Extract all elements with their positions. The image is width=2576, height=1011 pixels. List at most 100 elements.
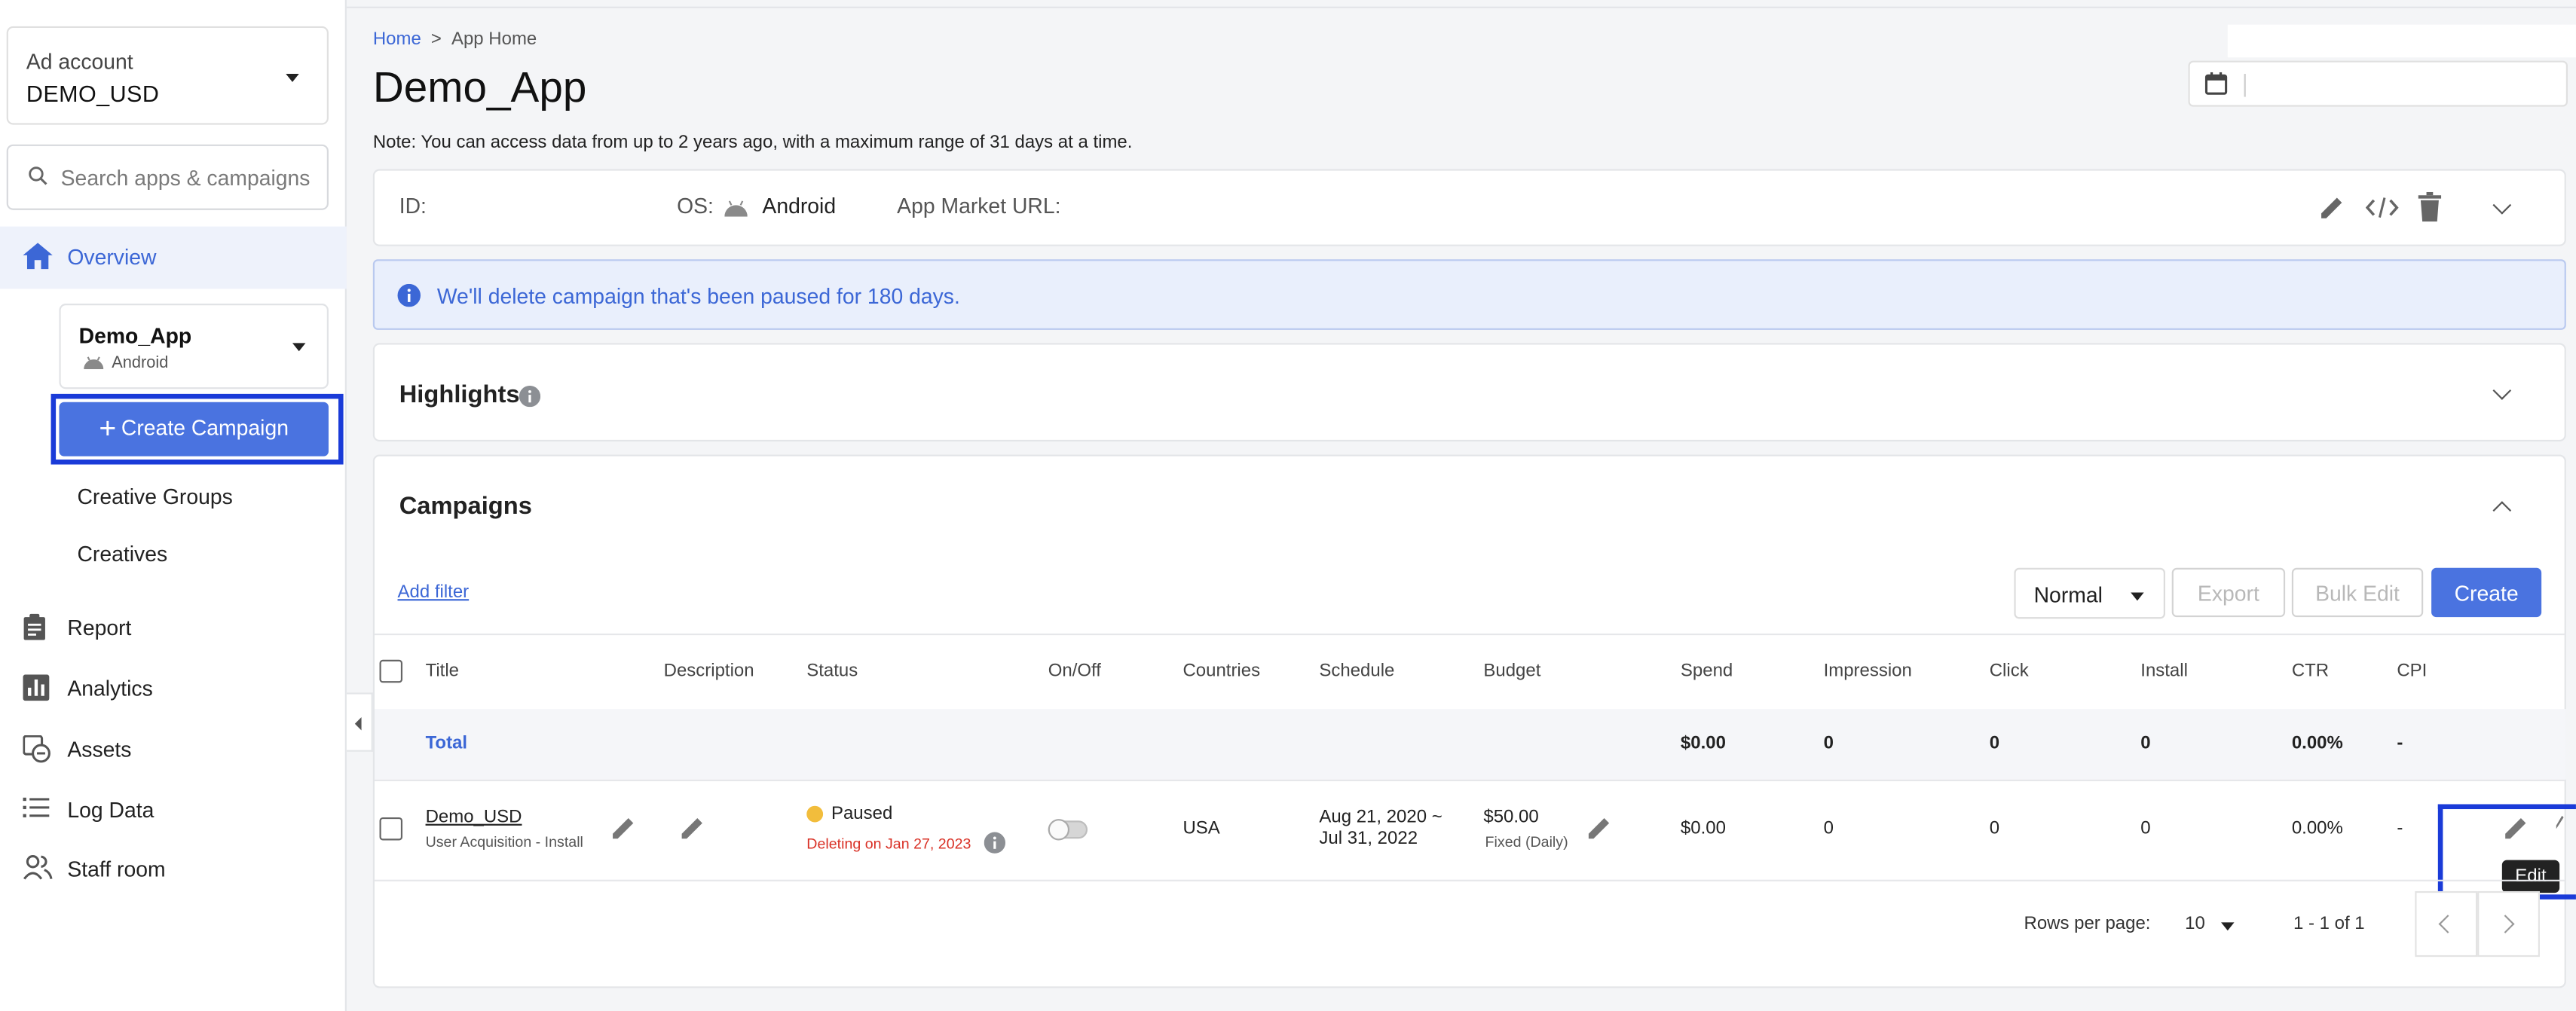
- code-icon[interactable]: [2365, 197, 2399, 218]
- rows-per-page-label: Rows per page:: [2024, 914, 2151, 934]
- ad-account-selector[interactable]: Ad account DEMO_USD: [6, 26, 329, 125]
- column-header-install[interactable]: Install: [2140, 661, 2188, 681]
- campaign-impression: 0: [1823, 819, 1834, 839]
- sidebar-item-label: Report: [67, 615, 132, 640]
- app-market-url-label: App Market URL:: [897, 194, 1061, 218]
- column-header-ctr[interactable]: CTR: [2292, 661, 2329, 681]
- campaign-install: 0: [2140, 819, 2151, 839]
- export-button[interactable]: Export: [2171, 567, 2286, 618]
- column-header-schedule[interactable]: Schedule: [1319, 661, 1394, 681]
- campaign-schedule-end: Jul 31, 2022: [1319, 829, 1418, 849]
- breadcrumb-home[interactable]: Home: [373, 29, 421, 49]
- column-header-description[interactable]: Description: [664, 661, 754, 681]
- page-range: 1 - 1 of 1: [2293, 914, 2365, 934]
- info-icon: [397, 283, 421, 307]
- row-checkbox[interactable]: [379, 817, 403, 841]
- pencil-icon[interactable]: [2320, 195, 2345, 220]
- caret-down-icon: [286, 74, 299, 82]
- sidebar-item-analytics[interactable]: Analytics: [0, 663, 347, 712]
- sidebar-item-overview[interactable]: Overview: [0, 226, 347, 289]
- date-range-picker[interactable]: [2188, 60, 2568, 107]
- app-selector[interactable]: Demo_App Android: [59, 304, 329, 389]
- row-divider: [374, 779, 2566, 782]
- search-box: [6, 144, 329, 210]
- column-header-on-off[interactable]: On/Off: [1048, 661, 1101, 681]
- sidebar-item-log-data[interactable]: Log Data: [0, 784, 347, 833]
- view-mode-select[interactable]: Normal: [2014, 567, 2165, 619]
- column-header-countries[interactable]: Countries: [1182, 661, 1260, 681]
- bulk-edit-button[interactable]: Bulk Edit: [2291, 567, 2424, 618]
- campaign-schedule-start: Aug 21, 2020 ~: [1319, 807, 1442, 828]
- assets-icon: [23, 735, 50, 763]
- sidebar-item-report[interactable]: Report: [0, 603, 347, 652]
- add-filter-link[interactable]: Add filter: [398, 582, 470, 602]
- app-id-label: ID:: [399, 194, 427, 218]
- alert-text: We'll delete campaign that's been paused…: [436, 283, 960, 309]
- sidebar-item-label: Staff room: [67, 857, 166, 881]
- column-header-title[interactable]: Title: [426, 661, 459, 681]
- android-icon: [724, 200, 748, 217]
- on-off-toggle[interactable]: [1048, 819, 1088, 841]
- campaign-ctr: 0.00%: [2291, 819, 2343, 839]
- edit-description-pencil-icon[interactable]: [680, 816, 705, 841]
- app-name: Demo_App: [78, 323, 192, 348]
- clipboard-icon: [23, 613, 45, 640]
- campaign-subtitle: User Acquisition - Install: [425, 833, 583, 851]
- column-header-cpi[interactable]: CPI: [2397, 661, 2427, 681]
- column-header-click[interactable]: Click: [1990, 661, 2029, 681]
- chevron-down-icon[interactable]: [2492, 196, 2512, 215]
- create-campaign-label: Create Campaign: [121, 415, 289, 440]
- info-alert: We'll delete campaign that's been paused…: [372, 259, 2566, 330]
- sidebar-item-assets[interactable]: Assets: [0, 724, 347, 773]
- home-icon: [23, 243, 53, 270]
- caret-down-icon: [2131, 592, 2144, 601]
- prev-page-button[interactable]: [2415, 890, 2478, 958]
- sidebar-collapse-button[interactable]: [346, 692, 373, 752]
- sidebar-item-label: Analytics: [67, 676, 153, 701]
- highlights-card[interactable]: Highlights: [372, 343, 2566, 442]
- info-icon[interactable]: [984, 832, 1006, 854]
- column-header-budget[interactable]: Budget: [1483, 661, 1540, 681]
- info-icon[interactable]: [519, 385, 541, 408]
- campaign-spend: $0.00: [1680, 819, 1726, 839]
- row-divider: [374, 879, 2566, 881]
- sidebar-item-staff-room[interactable]: Staff room: [0, 844, 347, 893]
- create-campaign-button[interactable]: + Create Campaign: [59, 402, 329, 457]
- chevron-up-icon[interactable]: [2492, 501, 2512, 520]
- trash-icon[interactable]: [2418, 191, 2442, 222]
- android-icon: [84, 356, 104, 370]
- sidebar-item-label: Overview: [67, 244, 157, 270]
- total-spend: $0.00: [1680, 733, 1726, 753]
- data-range-note: Note: You can access data from up to 2 y…: [372, 133, 1133, 153]
- caret-down-icon: [2221, 922, 2235, 931]
- create-button[interactable]: Create: [2431, 567, 2542, 618]
- campaign-title-link[interactable]: Demo_USD: [426, 808, 522, 827]
- top-divider: [346, 6, 2576, 8]
- ad-account-value: DEMO_USD: [26, 80, 160, 107]
- view-mode-value: Normal: [2033, 582, 2103, 608]
- column-header-impression[interactable]: Impression: [1824, 661, 1912, 681]
- total-row: [374, 709, 2566, 780]
- campaign-click: 0: [1989, 819, 2000, 839]
- chevron-down-icon[interactable]: [2492, 381, 2512, 400]
- sidebar-item-creatives[interactable]: Creatives: [77, 542, 167, 567]
- search-input[interactable]: [60, 160, 321, 194]
- people-icon: [23, 855, 53, 880]
- column-header-status[interactable]: Status: [806, 661, 858, 681]
- edit-budget-pencil-icon[interactable]: [1587, 816, 1612, 841]
- select-all-checkbox[interactable]: [379, 659, 403, 683]
- total-ctr: 0.00%: [2291, 733, 2343, 753]
- column-header-spend[interactable]: Spend: [1681, 661, 1733, 681]
- total-install: 0: [2140, 733, 2151, 753]
- edit-title-pencil-icon[interactable]: [611, 816, 636, 841]
- search-icon: [29, 166, 47, 185]
- next-page-button[interactable]: [2477, 890, 2540, 958]
- sidebar-item-creative-groups[interactable]: Creative Groups: [77, 484, 232, 509]
- app-os-label: OS:: [677, 194, 714, 218]
- total-click: 0: [1989, 733, 2000, 753]
- date-range-divider: [2244, 74, 2246, 97]
- plus-icon: +: [99, 411, 117, 445]
- highlights-title: Highlights: [399, 380, 520, 409]
- breadcrumb-current: App Home: [451, 29, 537, 50]
- chevron-left-icon: [2438, 915, 2458, 933]
